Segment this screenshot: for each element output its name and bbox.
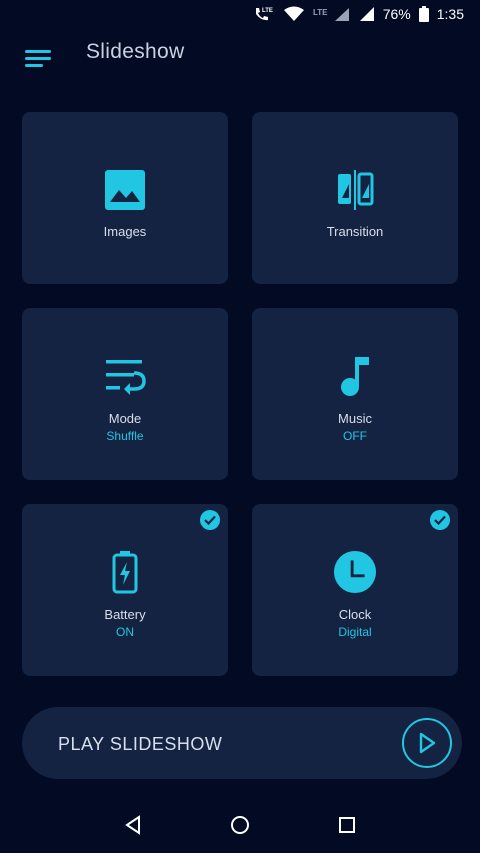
check-icon bbox=[200, 510, 220, 530]
mode-label: Mode bbox=[108, 411, 142, 426]
back-button[interactable] bbox=[118, 810, 148, 840]
back-icon bbox=[125, 815, 141, 835]
menu-button[interactable] bbox=[22, 42, 54, 74]
transition-icon bbox=[333, 168, 377, 212]
app-bar: Slideshow bbox=[0, 28, 480, 84]
home-icon bbox=[230, 816, 249, 834]
play-slideshow-label: PLAY SLIDESHOW bbox=[58, 734, 223, 754]
battery-percent: 76% bbox=[382, 6, 411, 22]
battery-value: ON bbox=[116, 625, 134, 639]
play-slideshow-button[interactable]: PLAY SLIDESHOW bbox=[22, 707, 462, 779]
play-button[interactable] bbox=[402, 718, 452, 768]
play-icon bbox=[419, 732, 436, 754]
call-lte-icon: LTE bbox=[253, 5, 275, 23]
transition-label: Transition bbox=[326, 224, 384, 239]
clock-value: Digital bbox=[338, 625, 372, 639]
recents-button[interactable] bbox=[332, 810, 362, 840]
wifi-icon bbox=[283, 6, 305, 22]
battery-icon bbox=[418, 6, 429, 22]
clock-label: Clock bbox=[338, 607, 372, 622]
svg-text:LTE: LTE bbox=[262, 8, 273, 14]
battery-charging-icon bbox=[103, 550, 147, 594]
check-icon bbox=[430, 510, 450, 530]
clock-icon bbox=[333, 550, 377, 594]
menu-icon bbox=[25, 50, 51, 67]
mode-value: Shuffle bbox=[106, 429, 144, 443]
images-label: Images bbox=[103, 224, 147, 239]
settings-grid: Images Transition Mode Shuffle Music OFF… bbox=[22, 112, 458, 676]
image-icon bbox=[103, 168, 147, 212]
wrap-text-icon bbox=[103, 354, 147, 398]
clock-time: 1:35 bbox=[436, 6, 464, 22]
cell-signal-icon bbox=[359, 6, 375, 22]
music-tile[interactable]: Music OFF bbox=[252, 308, 458, 480]
lte-signal-icon: LTE bbox=[313, 6, 351, 22]
mode-tile[interactable]: Mode Shuffle bbox=[22, 308, 228, 480]
music-note-icon bbox=[333, 354, 377, 398]
music-value: OFF bbox=[343, 429, 367, 443]
battery-tile[interactable]: Battery ON bbox=[22, 504, 228, 676]
recents-icon bbox=[338, 817, 355, 833]
system-nav-bar bbox=[0, 797, 480, 853]
music-label: Music bbox=[338, 411, 372, 426]
images-tile[interactable]: Images bbox=[22, 112, 228, 284]
svg-text:LTE: LTE bbox=[313, 8, 328, 17]
home-button[interactable] bbox=[225, 810, 255, 840]
status-bar: LTE LTE 76% 1:35 bbox=[0, 0, 480, 28]
clock-tile[interactable]: Clock Digital bbox=[252, 504, 458, 676]
page-title: Slideshow bbox=[86, 40, 185, 63]
transition-tile[interactable]: Transition bbox=[252, 112, 458, 284]
battery-label: Battery bbox=[104, 607, 146, 622]
